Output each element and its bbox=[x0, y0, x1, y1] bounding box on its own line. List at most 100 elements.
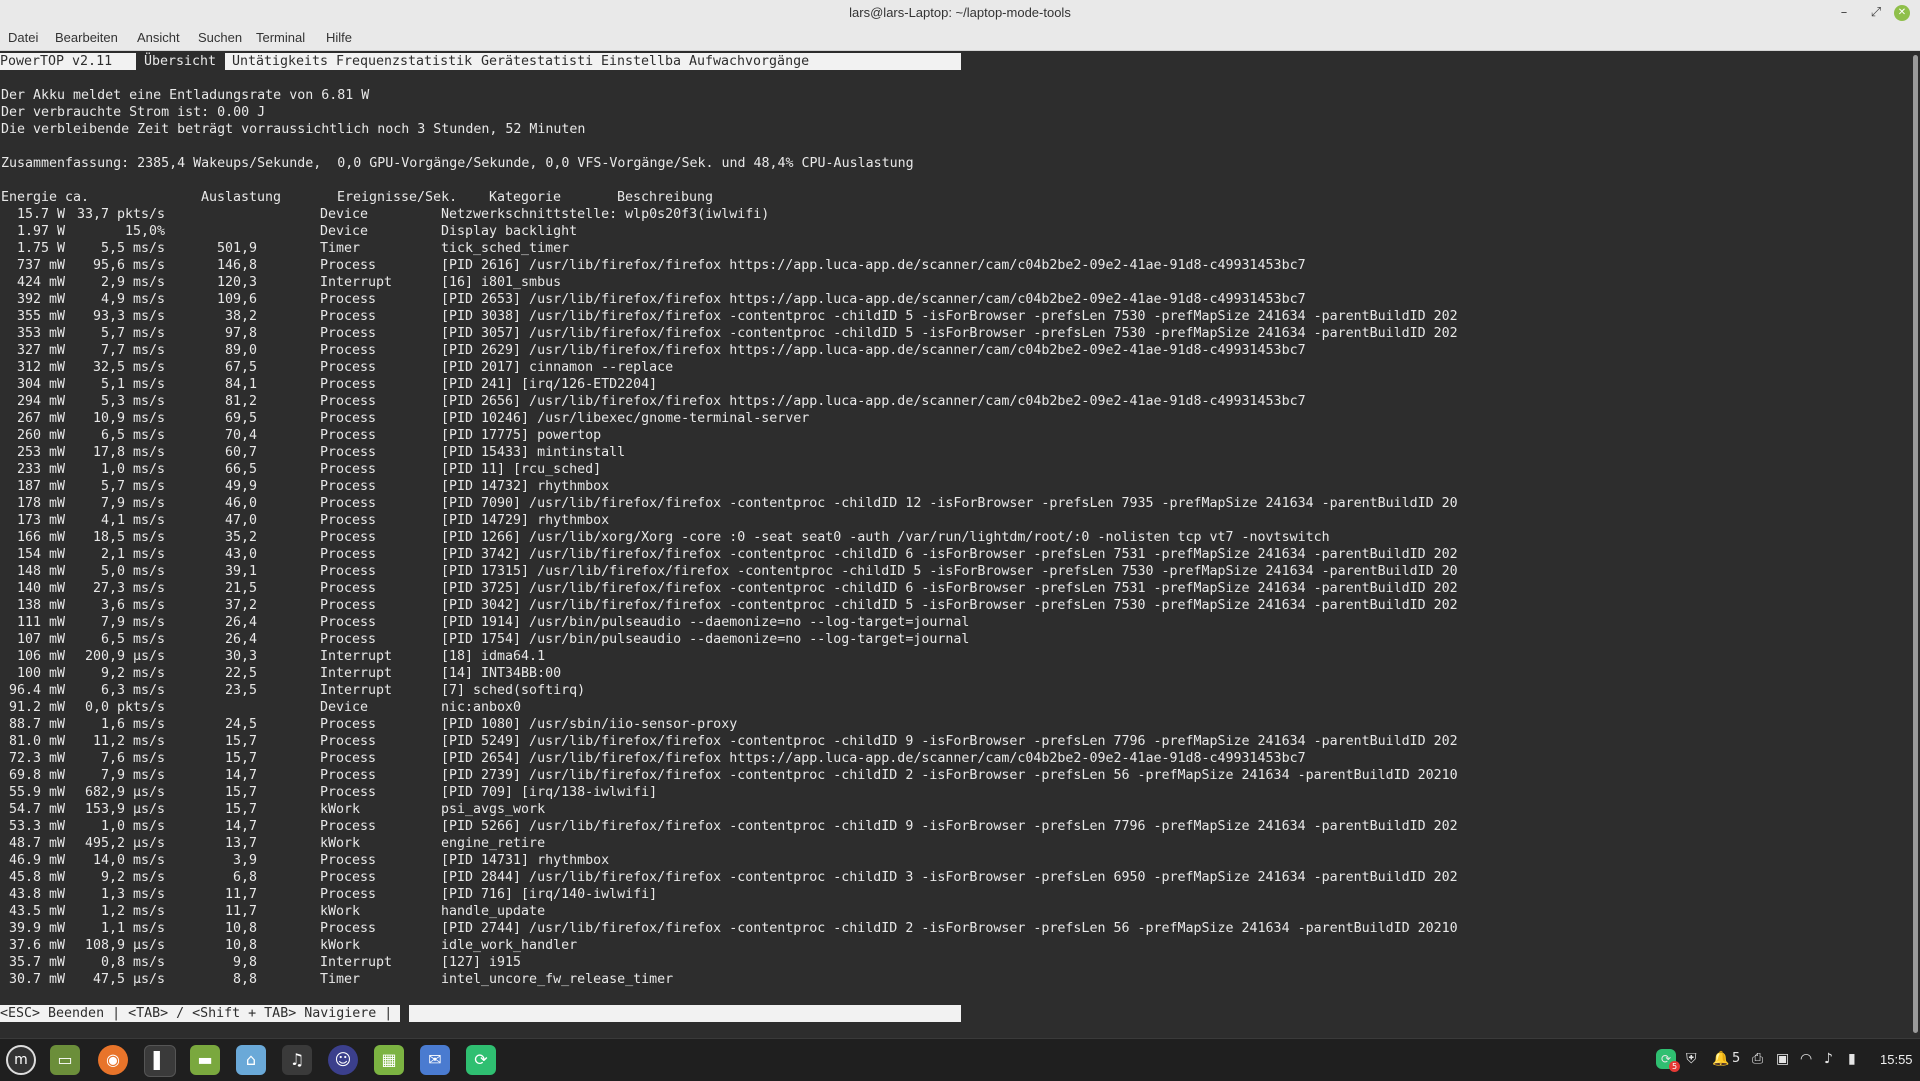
menu-bearbeiten[interactable]: Bearbeiten bbox=[55, 30, 118, 45]
cell-energy: 45.8 mW bbox=[8, 870, 65, 885]
show-desktop-icon[interactable]: ▭ bbox=[50, 1045, 80, 1075]
maximize-button[interactable]: ⤢ bbox=[1866, 3, 1886, 23]
cell-events: 15,7 bbox=[224, 785, 257, 800]
firefox-icon[interactable]: ◉ bbox=[98, 1045, 128, 1075]
cell-events: 38,2 bbox=[224, 309, 257, 324]
cell-events: 24,5 bbox=[224, 717, 257, 732]
cell-usage: 7,7 ms/s bbox=[100, 343, 165, 358]
cell-category: Process bbox=[320, 377, 377, 392]
cell-description: [PID 2844] /usr/lib/firefox/firefox -con… bbox=[441, 870, 1458, 885]
footer-input bbox=[409, 1005, 961, 1022]
cell-description: [7] sched(softirq) bbox=[441, 683, 586, 698]
minimize-button[interactable]: – bbox=[1834, 3, 1854, 23]
cell-events: 120,3 bbox=[216, 275, 257, 290]
tab-einstellbar[interactable]: Einstellba bbox=[601, 53, 681, 70]
cell-usage: 1,3 ms/s bbox=[100, 887, 165, 902]
menu-suchen[interactable]: Suchen bbox=[198, 30, 242, 45]
rhythmbox-icon[interactable]: ♫ bbox=[282, 1045, 312, 1075]
cell-events: 26,4 bbox=[224, 632, 257, 647]
cell-category: Process bbox=[320, 887, 377, 902]
shield-icon[interactable]: ⛨ bbox=[1686, 1051, 1697, 1067]
col-beschreibung: Beschreibung bbox=[617, 190, 714, 205]
energy-used-line: Der verbrauchte Strom ist: 0.00 J bbox=[1, 105, 266, 120]
cell-usage: 2,1 ms/s bbox=[100, 547, 165, 562]
terminal-output[interactable]: PowerTOP v2.11 Übersicht Untätigkeits Fr… bbox=[0, 51, 1911, 1038]
cell-description: [PID 2654] /usr/lib/firefox/firefox http… bbox=[441, 751, 1306, 766]
cell-category: kWork bbox=[320, 904, 361, 919]
cell-usage: 7,9 ms/s bbox=[100, 496, 165, 511]
close-button[interactable]: ✕ bbox=[1894, 5, 1910, 21]
cell-category: Process bbox=[320, 309, 377, 324]
cell-category: Device bbox=[320, 224, 369, 239]
cell-category: Process bbox=[320, 547, 377, 562]
notifications-icon[interactable]: 🔔 bbox=[1712, 1051, 1729, 1067]
menu-hilfe[interactable]: Hilfe bbox=[326, 30, 352, 45]
cell-energy: 96.4 mW bbox=[8, 683, 65, 698]
cell-usage: 95,6 ms/s bbox=[92, 258, 165, 273]
menu-datei[interactable]: Datei bbox=[8, 30, 38, 45]
battery-icon[interactable]: ▮ bbox=[1848, 1051, 1856, 1067]
tab-uebersicht[interactable]: Übersicht bbox=[144, 53, 216, 70]
cell-events: 49,9 bbox=[224, 479, 257, 494]
cell-events: 60,7 bbox=[224, 445, 257, 460]
cell-category: Process bbox=[320, 326, 377, 341]
cell-energy: 424 mW bbox=[16, 275, 65, 290]
cell-category: kWork bbox=[320, 938, 361, 953]
cell-energy: 148 mW bbox=[16, 564, 65, 579]
menu-terminal[interactable]: Terminal bbox=[256, 30, 305, 45]
wifi-icon[interactable]: ◠ bbox=[1800, 1051, 1812, 1067]
clipboard-icon[interactable]: ▣ bbox=[1776, 1051, 1789, 1067]
cell-description: [PID 2629] /usr/lib/firefox/firefox http… bbox=[441, 343, 1306, 358]
tab-geraetestatistik[interactable]: Gerätestatisti bbox=[481, 53, 593, 70]
calculator-icon[interactable]: ▦ bbox=[374, 1045, 404, 1075]
cell-energy: 30.7 mW bbox=[8, 972, 65, 987]
menu-icon[interactable]: m bbox=[6, 1045, 36, 1075]
cell-energy: 81.0 mW bbox=[8, 734, 65, 749]
update-icon[interactable]: ⟳ bbox=[466, 1045, 496, 1075]
cell-energy: 166 mW bbox=[16, 530, 65, 545]
discord-icon[interactable]: ☺ bbox=[328, 1045, 358, 1075]
cell-description: [PID 3742] /usr/lib/firefox/firefox -con… bbox=[441, 547, 1458, 562]
cell-description: [PID 2017] cinnamon --replace bbox=[441, 360, 674, 375]
cell-energy: 35.7 mW bbox=[8, 955, 65, 970]
cell-description: [PID 7090] /usr/lib/firefox/firefox -con… bbox=[441, 496, 1458, 511]
cell-category: Process bbox=[320, 462, 377, 477]
cell-energy: 304 mW bbox=[16, 377, 65, 392]
scrollbar-thumb[interactable] bbox=[1913, 55, 1918, 1033]
cell-category: Process bbox=[320, 343, 377, 358]
menu-ansicht[interactable]: Ansicht bbox=[137, 30, 180, 45]
cell-energy: 178 mW bbox=[16, 496, 65, 511]
cell-events: 37,2 bbox=[224, 598, 257, 613]
remaining-time-line: Die verbleibende Zeit beträgt vorraussic… bbox=[1, 122, 586, 137]
cell-usage: 5,3 ms/s bbox=[100, 394, 165, 409]
cell-category: Process bbox=[320, 581, 377, 596]
printer-icon[interactable]: ⎙ bbox=[1752, 1051, 1763, 1067]
tab-frequenzstatistik[interactable]: Frequenzstatistik bbox=[336, 53, 472, 70]
cell-energy: 253 mW bbox=[16, 445, 65, 460]
cell-description: [PID 14729] rhythmbox bbox=[441, 513, 610, 528]
files-icon[interactable]: ▬ bbox=[190, 1045, 220, 1075]
cell-category: Process bbox=[320, 853, 377, 868]
cell-category: Process bbox=[320, 428, 377, 443]
cell-usage: 153,9 µs/s bbox=[84, 802, 165, 817]
cell-usage: 5,0 ms/s bbox=[100, 564, 165, 579]
cell-description: [PID 10246] /usr/libexec/gnome-terminal-… bbox=[441, 411, 810, 426]
cell-usage: 15,0% bbox=[124, 224, 165, 239]
cell-description: [PID 1754] /usr/bin/pulseaudio --daemoni… bbox=[441, 632, 970, 647]
cell-events: 109,6 bbox=[216, 292, 257, 307]
cell-usage: 7,6 ms/s bbox=[100, 751, 165, 766]
mail-icon[interactable]: ✉ bbox=[420, 1045, 450, 1075]
sound-icon[interactable]: ♪ bbox=[1824, 1051, 1833, 1067]
tab-aufwachvorgaenge[interactable]: Aufwachvorgänge bbox=[689, 53, 809, 70]
terminal-icon[interactable]: ▌ bbox=[144, 1045, 176, 1077]
tab-untaetigkeit[interactable]: Untätigkeits bbox=[232, 53, 328, 70]
cell-events: 69,5 bbox=[224, 411, 257, 426]
software-icon[interactable]: ⌂ bbox=[236, 1045, 266, 1075]
cell-events: 11,7 bbox=[224, 904, 257, 919]
cell-usage: 6,3 ms/s bbox=[100, 683, 165, 698]
cell-category: Process bbox=[320, 734, 377, 749]
terminal-scrollbar[interactable] bbox=[1911, 51, 1920, 1038]
taskbar: m ▭ ◉ ▌ ▬ ⌂ ♫ ☺ ▦ ✉ ⟳ ⟳ 5 ⛨ 🔔 5 ⎙ ▣ ◠ ♪ … bbox=[0, 1038, 1920, 1081]
clock[interactable]: 15:55 bbox=[1880, 1052, 1913, 1067]
cell-events: 47,0 bbox=[224, 513, 257, 528]
